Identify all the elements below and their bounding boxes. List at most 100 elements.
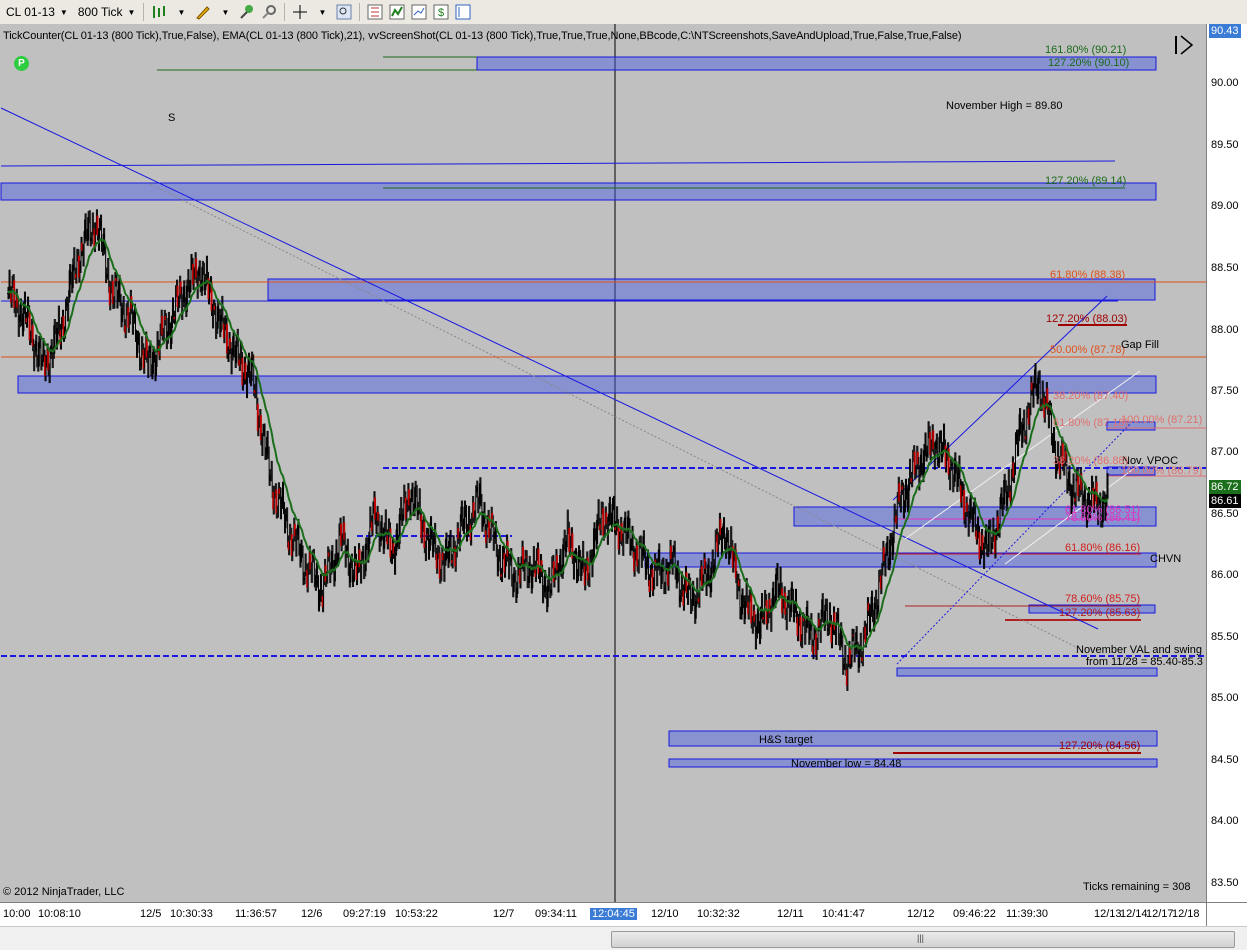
annotation-hs-target: H&S target xyxy=(759,734,813,746)
instrument-selector[interactable]: CL 01-13 ▼ xyxy=(2,3,72,21)
time-label: 09:34:11 xyxy=(535,908,578,920)
time-label: 11:39:30 xyxy=(1006,908,1049,920)
separator xyxy=(359,3,361,21)
draw-pen-icon[interactable] xyxy=(194,3,212,21)
fib-label: 78.60% (85.75) xyxy=(1065,593,1141,605)
price-label: 88.00 xyxy=(1211,324,1239,336)
time-label: 12/13 xyxy=(1094,908,1122,920)
fib-label: 127.20% (84.56) xyxy=(1059,740,1141,752)
chevron-down-icon: ▼ xyxy=(59,7,68,17)
properties-icon[interactable] xyxy=(366,3,384,21)
indicator-label: TickCounter(CL 01-13 (800 Tick),True,Fal… xyxy=(3,30,962,42)
price-axis[interactable]: 90.43 90.00 89.50 89.00 88.50 88.00 87.5… xyxy=(1206,24,1247,902)
time-label: 12/11 xyxy=(777,908,804,920)
time-label: 12/18 xyxy=(1172,908,1200,920)
time-label: 09:27:19 xyxy=(343,908,386,920)
price-top-label: 90.43 xyxy=(1209,24,1241,38)
ema-value-label: 86.72 xyxy=(1209,480,1241,494)
fib-label: 61.80% (87.18) xyxy=(1053,417,1129,429)
time-label: 10:41:47 xyxy=(822,908,865,920)
zone-nov-val[interactable] xyxy=(896,667,1158,677)
price-label: 85.50 xyxy=(1211,631,1239,643)
grip-icon: ||| xyxy=(917,933,925,943)
time-label-selected: 12:04:45 xyxy=(590,908,637,920)
price-label: 89.00 xyxy=(1211,200,1239,212)
price-label: 86.00 xyxy=(1211,569,1239,581)
annotation-chvn: CHVN xyxy=(1150,553,1182,565)
time-label: 09:46:22 xyxy=(953,908,996,920)
separator xyxy=(143,3,145,21)
time-label: 10:53:22 xyxy=(395,908,438,920)
money-icon[interactable]: $ xyxy=(432,3,450,21)
instrument-label: CL 01-13 xyxy=(6,5,55,19)
price-label: 84.00 xyxy=(1211,815,1239,827)
fib-label: 61.80% (86.16) xyxy=(1065,542,1141,554)
fib-label: 50.00% (87.78) xyxy=(1050,344,1126,356)
toolbar: CL 01-13 ▼ 800 Tick ▼ ▼ ▼ ▼ $ xyxy=(0,0,1247,25)
chevron-down-icon[interactable]: ▼ xyxy=(172,3,190,21)
fib-label: 161.80% (90.21) xyxy=(1045,44,1127,56)
price-label: 86.50 xyxy=(1211,508,1239,520)
time-label: 10:30:33 xyxy=(170,908,213,920)
annotation-gap-fill: Gap Fill xyxy=(1121,339,1159,351)
time-label: 12/14 xyxy=(1120,908,1148,920)
zoom-icon[interactable] xyxy=(335,3,353,21)
data-box-icon[interactable] xyxy=(454,3,472,21)
ticks-remaining: Ticks remaining = 308 xyxy=(1083,881,1191,893)
copyright: © 2012 NinjaTrader, LLC xyxy=(3,886,125,898)
price-label: 88.50 xyxy=(1211,262,1239,274)
separator xyxy=(284,3,286,21)
time-label: 12/12 xyxy=(907,908,935,920)
indicators-icon[interactable] xyxy=(388,3,406,21)
price-label: 87.00 xyxy=(1211,446,1239,458)
horizontal-scrollbar[interactable]: ||| xyxy=(0,926,1247,950)
svg-text:$: $ xyxy=(438,7,444,19)
chart-canvas[interactable] xyxy=(0,24,1206,902)
time-label: 10:32:32 xyxy=(697,908,740,920)
time-label: 12/17 xyxy=(1146,908,1174,920)
zone-nov-low[interactable] xyxy=(668,758,1158,768)
fib-label: 127.20% (90.10) xyxy=(1048,57,1130,69)
time-label: 12/6 xyxy=(301,908,323,920)
bars-type-icon[interactable] xyxy=(150,3,168,21)
price-label: 90.00 xyxy=(1211,77,1239,89)
period-label: 800 Tick xyxy=(77,5,123,19)
marker-s: S xyxy=(168,112,176,124)
pin-icon[interactable] xyxy=(238,3,256,21)
chart-panel[interactable]: TickCounter(CL 01-13 (800 Tick),True,Fal… xyxy=(0,24,1206,902)
time-label: 10:08:10 xyxy=(38,908,81,920)
price-label: 89.50 xyxy=(1211,139,1239,151)
fib-label: 127.20% (88.03) xyxy=(1046,313,1128,325)
magnify-cursor-icon[interactable] xyxy=(260,3,278,21)
price-label: 84.50 xyxy=(1211,754,1239,766)
time-label: 10:00 xyxy=(3,908,31,920)
annotation-nov-val: November VAL and swing xyxy=(1076,644,1202,656)
annotation-nov-low: November low = 84.48 xyxy=(791,758,902,770)
fib-label: 100.00% (86.79) xyxy=(1121,465,1203,477)
fib-label: 127.20% (85.63) xyxy=(1059,607,1141,619)
logo-icon: P xyxy=(14,56,29,71)
time-label: 12/5 xyxy=(140,908,162,920)
fib-label: 38.20% (87.40) xyxy=(1053,390,1129,402)
period-selector[interactable]: 800 Tick ▼ xyxy=(74,3,140,21)
annotation-nov-val: from 11/28 = 85.40-85.3 xyxy=(1086,656,1203,668)
chevron-down-icon[interactable]: ▼ xyxy=(216,3,234,21)
time-label: 11:36:57 xyxy=(235,908,278,920)
time-axis[interactable]: 10:00 10:08:10 12/5 10:30:33 11:36:57 12… xyxy=(0,902,1206,927)
trend-line[interactable] xyxy=(0,160,1116,167)
price-label: 83.50 xyxy=(1211,877,1239,889)
strategies-icon[interactable] xyxy=(410,3,428,21)
crosshair-icon[interactable] xyxy=(291,3,309,21)
fib-label: 100.00% (87.21) xyxy=(1121,414,1203,426)
maximize-icon[interactable] xyxy=(1173,34,1195,56)
time-label: 12/7 xyxy=(493,908,515,920)
fib-label: 38.20% (86.88) xyxy=(1053,455,1129,467)
zone-87-50[interactable] xyxy=(17,375,1157,394)
scroll-thumb[interactable]: ||| xyxy=(611,931,1235,948)
fib-label: 61.80% (88.38) xyxy=(1050,269,1126,281)
price-label: 87.50 xyxy=(1211,385,1239,397)
annotation-nov-high: November High = 89.80 xyxy=(946,100,1063,112)
chevron-down-icon[interactable]: ▼ xyxy=(313,3,331,21)
zone-89-00[interactable] xyxy=(0,182,1157,201)
time-label: 12/10 xyxy=(651,908,679,920)
